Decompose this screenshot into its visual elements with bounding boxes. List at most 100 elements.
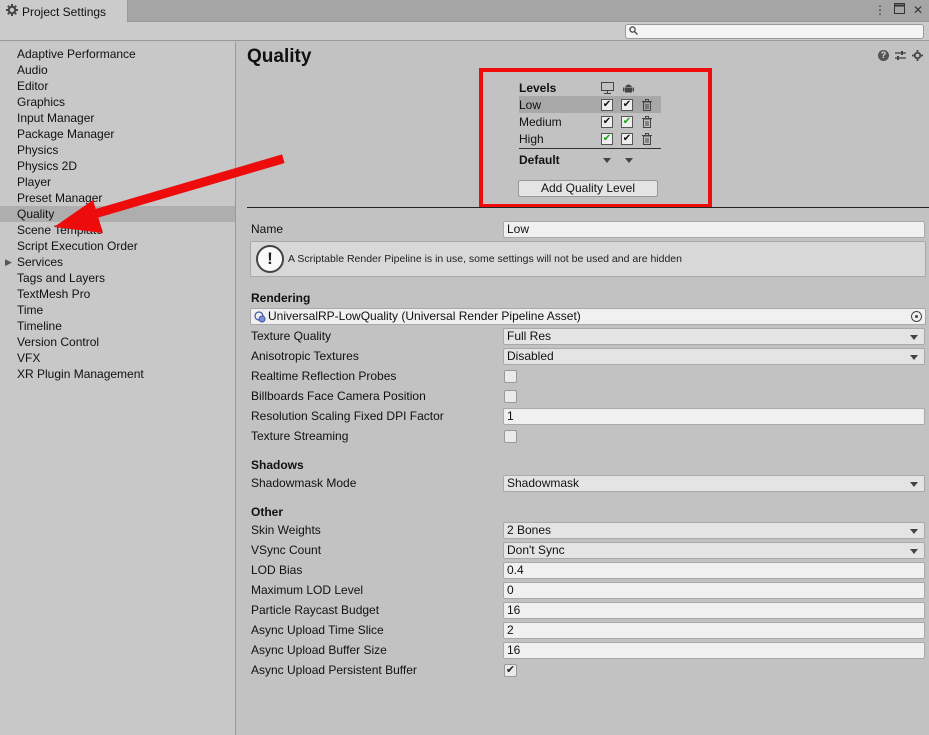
texture-streaming-label: Texture Streaming	[251, 429, 349, 443]
sidebar-item-audio[interactable]: Audio	[0, 62, 235, 78]
sidebar-item-xr-plugin-management[interactable]: XR Plugin Management	[0, 366, 235, 382]
help-message: A Scriptable Render Pipeline is in use, …	[288, 253, 682, 265]
raycast-budget-field[interactable]: 16	[503, 602, 925, 619]
sidebar-item-adaptive-performance[interactable]: Adaptive Performance	[0, 46, 235, 62]
upload-buffer-size-row: Async Upload Buffer Size 16	[251, 642, 925, 659]
anisotropic-label: Anisotropic Textures	[251, 349, 359, 363]
section-divider	[247, 207, 929, 208]
vsync-row: VSync Count Don't Sync	[251, 542, 925, 559]
kebab-menu-icon[interactable]: ⋮	[874, 3, 886, 17]
dropdown-value: 2 Bones	[507, 523, 552, 537]
texture-quality-label: Texture Quality	[251, 329, 332, 343]
name-field[interactable]: Low	[503, 221, 925, 238]
max-lod-field[interactable]: 0	[503, 582, 925, 599]
search-input[interactable]	[641, 25, 911, 38]
presets-sliders-icon[interactable]	[895, 50, 906, 64]
settings-sidebar: Adaptive Performance Audio Editor Graphi…	[0, 42, 236, 735]
sidebar-item-time[interactable]: Time	[0, 302, 235, 318]
texture-quality-row: Texture Quality Full Res	[251, 328, 925, 345]
quality-settings-panel: Quality ? Levels Low ✔ ✔ Medium ✔ ✔ High…	[237, 42, 929, 735]
name-label: Name	[251, 222, 284, 236]
persistent-buffer-label: Async Upload Persistent Buffer	[251, 663, 417, 677]
sidebar-item-player[interactable]: Player	[0, 174, 235, 190]
dpi-factor-label: Resolution Scaling Fixed DPI Factor	[251, 409, 444, 423]
lod-bias-row: LOD Bias 0.4	[251, 562, 925, 579]
billboards-label: Billboards Face Camera Position	[251, 389, 426, 403]
texture-quality-dropdown[interactable]: Full Res	[503, 328, 925, 345]
reflection-probes-label: Realtime Reflection Probes	[251, 369, 397, 383]
upload-time-slice-label: Async Upload Time Slice	[251, 623, 384, 637]
pipeline-asset-name: UniversalRP-LowQuality (Universal Render…	[268, 309, 581, 323]
object-picker-icon[interactable]	[911, 311, 922, 322]
page-title: Quality	[247, 46, 312, 67]
settings-gear-icon[interactable]	[912, 50, 923, 64]
dpi-factor-field[interactable]: 1	[503, 408, 925, 425]
billboards-row: Billboards Face Camera Position	[251, 388, 925, 405]
shadows-header: Shadows	[251, 458, 304, 472]
upload-time-slice-row: Async Upload Time Slice 2	[251, 622, 925, 639]
billboards-checkbox[interactable]	[504, 390, 517, 403]
vsync-dropdown[interactable]: Don't Sync	[503, 542, 925, 559]
skin-weights-dropdown[interactable]: 2 Bones	[503, 522, 925, 539]
max-lod-label: Maximum LOD Level	[251, 583, 364, 597]
shadowmask-label: Shadowmask Mode	[251, 476, 357, 490]
sidebar-item-timeline[interactable]: Timeline	[0, 318, 235, 334]
anisotropic-row: Anisotropic Textures Disabled	[251, 348, 925, 365]
skin-weights-row: Skin Weights 2 Bones	[251, 522, 925, 539]
sidebar-item-vfx[interactable]: VFX	[0, 350, 235, 366]
annotation-highlight-box	[479, 68, 712, 208]
sidebar-item-version-control[interactable]: Version Control	[0, 334, 235, 350]
chevron-down-icon	[910, 529, 918, 534]
sidebar-item-package-manager[interactable]: Package Manager	[0, 126, 235, 142]
maximize-icon[interactable]	[893, 3, 905, 17]
lod-bias-field[interactable]: 0.4	[503, 562, 925, 579]
sidebar-item-textmesh-pro[interactable]: TextMesh Pro	[0, 286, 235, 302]
dropdown-value: Don't Sync	[507, 543, 565, 557]
sidebar-item-physics-2d[interactable]: Physics 2D	[0, 158, 235, 174]
texture-streaming-checkbox[interactable]	[504, 430, 517, 443]
skin-weights-label: Skin Weights	[251, 523, 321, 537]
shadowmask-row: Shadowmask Mode Shadowmask	[251, 475, 925, 492]
sidebar-item-tags-and-layers[interactable]: Tags and Layers	[0, 270, 235, 286]
search-strip	[0, 22, 929, 41]
dropdown-value: Full Res	[507, 329, 552, 343]
sidebar-item-input-manager[interactable]: Input Manager	[0, 110, 235, 126]
chevron-down-icon	[910, 355, 918, 360]
upload-time-slice-field[interactable]: 2	[503, 622, 925, 639]
vsync-label: VSync Count	[251, 543, 322, 557]
reflection-probes-row: Realtime Reflection Probes	[251, 368, 925, 385]
persistent-buffer-row: Async Upload Persistent Buffer ✔	[251, 662, 925, 679]
raycast-budget-row: Particle Raycast Budget 16	[251, 602, 925, 619]
chevron-down-icon	[910, 549, 918, 554]
search-icon	[629, 25, 638, 38]
sidebar-item-script-execution-order[interactable]: Script Execution Order	[0, 238, 235, 254]
render-pipeline-asset-field[interactable]: UniversalRP-LowQuality (Universal Render…	[250, 308, 926, 325]
gear-icon	[6, 4, 18, 19]
lod-bias-label: LOD Bias	[251, 563, 303, 577]
help-icon[interactable]: ?	[878, 50, 889, 61]
srp-info-helpbox: ! A Scriptable Render Pipeline is in use…	[250, 241, 926, 277]
close-icon[interactable]: ✕	[913, 3, 923, 17]
name-row: Name Low	[251, 221, 925, 238]
sidebar-item-quality[interactable]: Quality	[0, 206, 235, 222]
shadowmask-dropdown[interactable]: Shadowmask	[503, 475, 925, 492]
sidebar-item-scene-template[interactable]: Scene Template	[0, 222, 235, 238]
reflection-probes-checkbox[interactable]	[504, 370, 517, 383]
anisotropic-dropdown[interactable]: Disabled	[503, 348, 925, 365]
raycast-budget-label: Particle Raycast Budget	[251, 603, 380, 617]
sidebar-item-services[interactable]: ▶ Services	[0, 254, 235, 270]
max-lod-row: Maximum LOD Level 0	[251, 582, 925, 599]
sidebar-item-label: Services	[17, 255, 64, 269]
upload-buffer-size-field[interactable]: 16	[503, 642, 925, 659]
sidebar-item-editor[interactable]: Editor	[0, 78, 235, 94]
sidebar-item-graphics[interactable]: Graphics	[0, 94, 235, 110]
dpi-factor-row: Resolution Scaling Fixed DPI Factor 1	[251, 408, 925, 425]
expand-arrow-icon[interactable]: ▶	[5, 254, 12, 270]
sidebar-item-physics[interactable]: Physics	[0, 142, 235, 158]
sidebar-item-preset-manager[interactable]: Preset Manager	[0, 190, 235, 206]
dropdown-value: Shadowmask	[507, 476, 580, 490]
search-box[interactable]	[625, 24, 924, 39]
persistent-buffer-checkbox[interactable]: ✔	[504, 664, 517, 677]
warning-icon: !	[256, 245, 284, 273]
project-settings-tab[interactable]: Project Settings	[0, 0, 128, 23]
